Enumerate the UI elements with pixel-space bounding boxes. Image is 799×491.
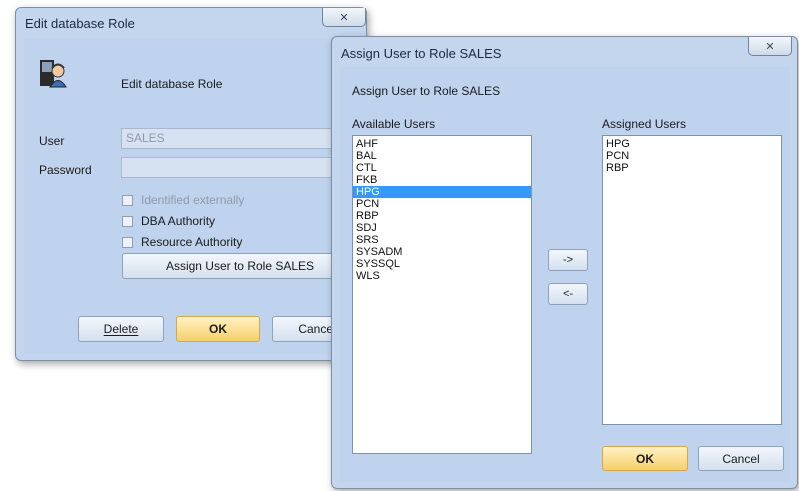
- assigned-users-label: Assigned Users: [602, 117, 687, 131]
- password-field[interactable]: [121, 157, 358, 178]
- edit-role-close-button[interactable]: ✕: [322, 8, 366, 27]
- edit-ok-button[interactable]: OK: [176, 316, 260, 342]
- list-item[interactable]: PCN: [353, 198, 531, 210]
- available-users-list[interactable]: AHF BAL CTL FKB HPG PCN RBP SDJ SRS SYSADM SYSSQL W…: [352, 135, 532, 454]
- list-item[interactable]: SDJ: [353, 222, 531, 234]
- assign-cancel-button[interactable]: Cancel: [698, 446, 784, 471]
- remove-user-button[interactable]: <-: [548, 283, 588, 305]
- dba-authority-checkbox[interactable]: DBA Authority: [122, 214, 215, 228]
- list-item[interactable]: RBP: [603, 162, 781, 174]
- assign-user-button[interactable]: Assign User to Role SALES: [122, 253, 358, 279]
- list-item[interactable]: RBP: [353, 210, 531, 222]
- dba-authority-box: [122, 215, 133, 227]
- dba-authority-label: DBA Authority: [141, 214, 216, 228]
- list-item[interactable]: WLS: [353, 270, 531, 282]
- list-item[interactable]: AHF: [353, 138, 531, 150]
- list-item[interactable]: FKB: [353, 174, 531, 186]
- edit-role-heading: Edit database Role: [121, 77, 223, 91]
- user-field[interactable]: SALES: [121, 128, 358, 149]
- list-item[interactable]: HPG: [353, 186, 531, 198]
- resource-authority-box: [122, 236, 133, 248]
- edit-role-window: Edit database Role ✕ Edit database Role …: [15, 7, 367, 361]
- list-item[interactable]: HPG: [603, 138, 781, 150]
- list-item[interactable]: CTL: [353, 162, 531, 174]
- resource-authority-checkbox[interactable]: Resource Authority: [122, 235, 242, 249]
- edit-role-window-title: Edit database Role: [25, 16, 135, 31]
- assign-user-heading: Assign User to Role SALES: [352, 84, 501, 98]
- identified-externally-checkbox[interactable]: Identified externally: [122, 193, 244, 207]
- close-icon: ✕: [765, 40, 775, 53]
- delete-button-label: Delete: [103, 322, 139, 336]
- assign-user-window: Assign User to Role SALES ✕ Assign User …: [331, 36, 798, 489]
- resource-authority-label: Resource Authority: [141, 235, 243, 249]
- assign-ok-button[interactable]: OK: [602, 446, 688, 471]
- delete-button[interactable]: Delete: [78, 316, 164, 342]
- user-label: User: [39, 134, 65, 148]
- identified-externally-label: Identified externally: [141, 193, 245, 207]
- edit-role-titlebar[interactable]: Edit database Role ✕: [16, 8, 366, 38]
- list-item[interactable]: BAL: [353, 150, 531, 162]
- add-user-button[interactable]: ->: [548, 249, 588, 271]
- assign-user-client: Assign User to Role SALES Available User…: [340, 67, 790, 482]
- list-item[interactable]: PCN: [603, 150, 781, 162]
- assigned-users-list[interactable]: HPG PCN RBP: [602, 135, 782, 425]
- list-item[interactable]: SRS: [353, 234, 531, 246]
- password-label: Password: [39, 163, 92, 177]
- assign-user-titlebar[interactable]: Assign User to Role SALES ✕: [332, 37, 797, 67]
- users-icon: [40, 60, 67, 88]
- edit-role-client: Edit database Role User SALES Password I…: [24, 38, 362, 354]
- identified-externally-box: [122, 194, 133, 206]
- available-users-label: Available Users: [352, 117, 436, 131]
- list-item[interactable]: SYSADM: [353, 246, 531, 258]
- assign-user-close-button[interactable]: ✕: [748, 37, 792, 56]
- close-icon: ✕: [339, 11, 349, 24]
- assign-user-window-title: Assign User to Role SALES: [341, 46, 502, 61]
- list-item[interactable]: SYSSQL: [353, 258, 531, 270]
